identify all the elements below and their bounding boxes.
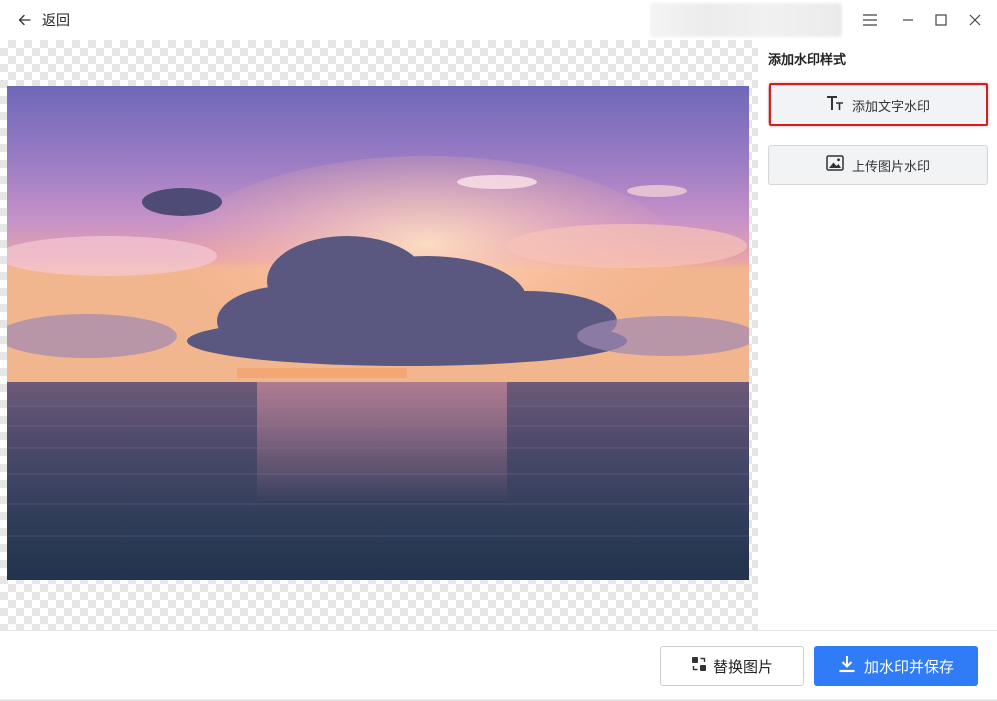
title-bar: 返回 bbox=[0, 0, 997, 40]
maximize-button[interactable] bbox=[929, 8, 953, 32]
menu-button[interactable] bbox=[858, 8, 882, 32]
footer-bar: 替换图片 加水印并保存 bbox=[0, 630, 997, 701]
save-with-watermark-button[interactable]: 加水印并保存 bbox=[814, 646, 978, 686]
menu-icon bbox=[863, 11, 877, 30]
preview-image bbox=[7, 86, 749, 580]
image-icon bbox=[826, 155, 844, 175]
close-button[interactable] bbox=[963, 8, 987, 32]
save-with-watermark-label: 加水印并保存 bbox=[863, 657, 954, 676]
add-text-watermark-button[interactable]: 添加文字水印 bbox=[768, 85, 988, 125]
replace-image-button[interactable]: 替换图片 bbox=[660, 646, 804, 686]
back-label: 返回 bbox=[42, 13, 70, 29]
minimize-button[interactable] bbox=[896, 8, 920, 32]
watermark-panel: 添加水印样式 添加文字水印 上传图片水印 bbox=[758, 40, 997, 630]
close-icon bbox=[969, 11, 981, 30]
text-icon bbox=[826, 95, 844, 115]
swap-icon bbox=[691, 656, 707, 676]
upload-image-watermark-label: 上传图片水印 bbox=[851, 159, 930, 175]
replace-image-label: 替换图片 bbox=[712, 657, 773, 676]
maximize-icon bbox=[935, 11, 947, 30]
minimize-icon bbox=[902, 11, 914, 30]
panel-title: 添加水印样式 bbox=[768, 53, 847, 68]
back-button[interactable]: 返回 bbox=[14, 8, 70, 32]
add-text-watermark-label: 添加文字水印 bbox=[851, 99, 930, 115]
blurred-region bbox=[650, 3, 842, 37]
upload-image-watermark-button[interactable]: 上传图片水印 bbox=[768, 145, 988, 185]
download-icon bbox=[838, 655, 856, 677]
arrow-left-icon bbox=[14, 9, 36, 31]
